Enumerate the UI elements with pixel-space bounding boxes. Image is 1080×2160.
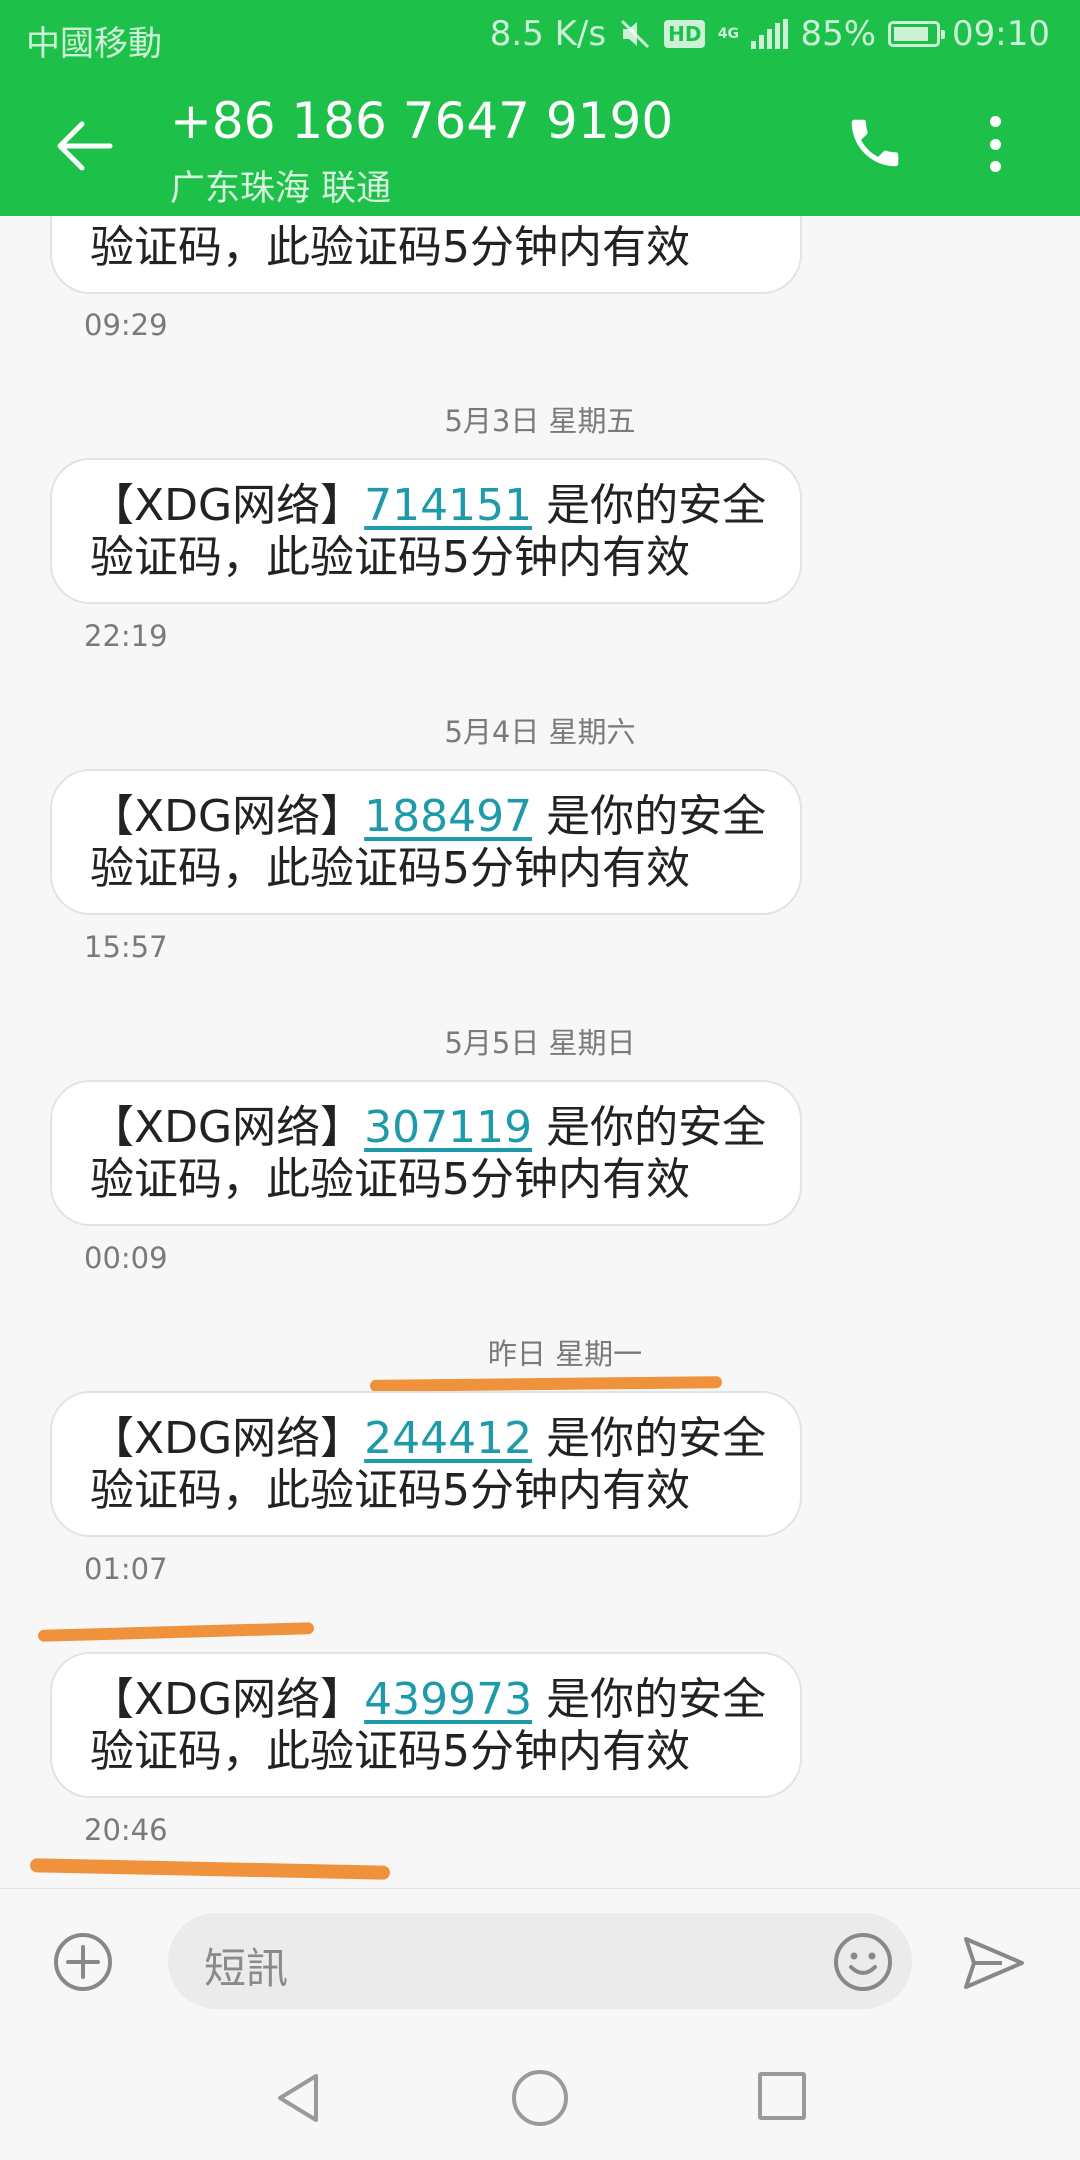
battery-percent: 85% [800, 14, 877, 54]
hd-badge: HD [664, 20, 706, 48]
message-line2: 验证码，此验证码5分钟内有效 [90, 1726, 690, 1777]
clock: 09:10 [952, 14, 1050, 54]
add-circle-icon[interactable] [52, 1931, 114, 1993]
message-line1: 【XDG网络】307119 是你的安全 [90, 1102, 767, 1153]
more-vert-icon[interactable] [980, 112, 1010, 176]
app-bar: 中國移動 8.5 K/s HD 4G 85% 09:10 +86 186 764… [0, 0, 1080, 216]
message-line2: 验证码，此验证码5分钟内有效 [90, 222, 690, 273]
message-line1: 【XDG网络】439973 是你的安全 [90, 1674, 767, 1725]
verification-code-link[interactable]: 307119 [364, 1102, 532, 1153]
contact-number: +86 186 7647 9190 [170, 92, 674, 150]
verification-code-link[interactable]: 244412 [364, 1413, 532, 1464]
back-arrow-icon[interactable] [52, 114, 116, 178]
message-time: 00:09 [84, 1241, 168, 1275]
date-separator: 5月3日 星期五 [444, 404, 636, 438]
carrier-name: 中國移動 [26, 24, 162, 64]
annotation-underline [369, 1376, 723, 1392]
system-nav-bar [0, 2032, 1080, 2160]
date-separator: 5月4日 星期六 [444, 715, 636, 749]
nav-home-icon[interactable] [512, 2070, 568, 2126]
status-bar: 中國移動 8.5 K/s HD 4G 85% 09:10 [0, 0, 1080, 72]
verification-code-link[interactable]: 714151 [364, 480, 532, 531]
contact-location: 广东珠海 联通 [170, 169, 392, 209]
status-indicators: 8.5 K/s HD 4G 85% 09:10 [490, 14, 1050, 54]
message-line1: 【XDG网络】188497 是你的安全 [90, 791, 767, 842]
message-line1: 【XDG网络】714151 是你的安全 [90, 480, 767, 531]
annotation-underline [37, 1622, 315, 1642]
message-bubble[interactable]: 【XDG网络】307119 是你的安全 验证码，此验证码5分钟内有效 [50, 1080, 802, 1226]
send-icon[interactable] [962, 1935, 1026, 1991]
message-line2: 验证码，此验证码5分钟内有效 [90, 1154, 690, 1205]
message-time: 01:07 [84, 1552, 168, 1586]
message-bubble[interactable]: 【XDG网络】188497 是你的安全 验证码，此验证码5分钟内有效 [50, 769, 802, 915]
verification-code-link[interactable]: 188497 [364, 791, 532, 842]
mute-icon [621, 19, 650, 49]
emoji-icon[interactable] [832, 1931, 894, 1993]
phone-icon[interactable] [844, 112, 906, 174]
message-line1: 【XDG网络】244412 是你的安全 [90, 1413, 767, 1464]
message-input-placeholder: 短訊 [204, 1944, 289, 1993]
message-time: 20:46 [84, 1813, 168, 1847]
message-time: 09:29 [84, 308, 168, 342]
message-bubble[interactable]: 验证码，此验证码5分钟内有效 [50, 216, 802, 294]
verification-code-link[interactable]: 439973 [364, 1674, 532, 1725]
network-type: 4G [717, 25, 740, 42]
message-bubble[interactable]: 【XDG网络】244412 是你的安全 验证码，此验证码5分钟内有效 [50, 1391, 802, 1537]
message-thread[interactable]: 验证码，此验证码5分钟内有效 09:29 5月3日 星期五 【XDG网络】714… [0, 216, 1080, 1888]
date-separator: 5月5日 星期日 [444, 1026, 636, 1060]
message-input[interactable]: 短訊 [168, 1913, 912, 2009]
signal-icon [751, 19, 789, 49]
annotation-underline [29, 1858, 391, 1880]
message-bubble[interactable]: 【XDG网络】439973 是你的安全 验证码，此验证码5分钟内有效 [50, 1652, 802, 1798]
date-separator: 昨日 星期一 [487, 1337, 643, 1371]
message-line2: 验证码，此验证码5分钟内有效 [90, 532, 690, 583]
message-time: 22:19 [84, 619, 168, 653]
message-bubble[interactable]: 【XDG网络】714151 是你的安全 验证码，此验证码5分钟内有效 [50, 458, 802, 604]
message-line2: 验证码，此验证码5分钟内有效 [90, 1465, 690, 1516]
message-line2: 验证码，此验证码5分钟内有效 [90, 843, 690, 894]
nav-recents-icon[interactable] [758, 2072, 806, 2120]
network-speed: 8.5 K/s [489, 14, 607, 54]
message-composer: 短訊 [0, 1888, 1080, 2032]
battery-icon [888, 21, 946, 47]
nav-back-icon[interactable] [270, 2070, 326, 2126]
message-time: 15:57 [84, 930, 168, 964]
